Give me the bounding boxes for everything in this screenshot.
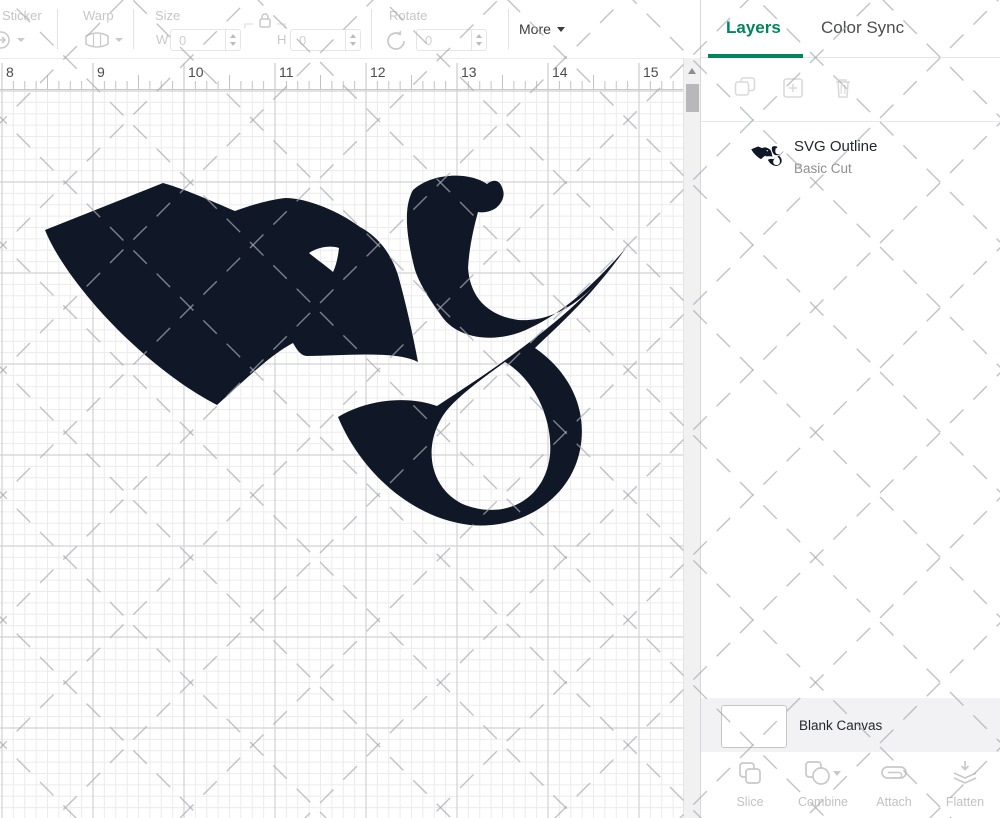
more-dropdown-chevron-icon [557, 27, 565, 32]
ruler-number: 8 [6, 64, 14, 80]
layer-actions-bar: Slice Combine Attach [701, 752, 1000, 818]
canvas-vertical-scrollbar[interactable] [683, 58, 700, 818]
scrollbar-thumb[interactable] [686, 84, 699, 112]
warp-icon[interactable] [84, 31, 110, 49]
more-label: More [519, 21, 551, 37]
toolbar-divider [371, 9, 372, 49]
layer-subtitle: Basic Cut [794, 161, 852, 176]
ruler-number: 11 [279, 64, 294, 80]
ruler-number: 9 [97, 64, 105, 80]
slice-button[interactable]: Slice [718, 760, 782, 809]
layer-title: SVG Outline [794, 138, 877, 155]
ruler-number: 12 [370, 64, 386, 80]
cricut-design-space-window: Sticker Warp Size W 0 H 0 Rotate [0, 0, 1000, 818]
scrollbar-up-button[interactable] [684, 62, 701, 80]
sticker-icon[interactable] [0, 29, 13, 51]
delete-layer-icon[interactable] [833, 76, 853, 100]
stepper-up-icon[interactable] [476, 34, 482, 38]
ruler-number: 10 [188, 64, 204, 80]
flatten-label: Flatten [933, 795, 997, 809]
layer-row-svg-outline[interactable]: SVG Outline Basic Cut [701, 128, 1000, 192]
scrollbar-up-icon [688, 68, 696, 74]
attach-button[interactable]: Attach [862, 760, 926, 809]
duplicate-layer-icon[interactable] [734, 76, 756, 100]
ruler-number: 14 [552, 64, 568, 80]
horizontal-ruler: 8 9 10 11 12 13 14 15 [0, 58, 683, 90]
rotate-section-label: Rotate [389, 8, 427, 23]
combine-label: Combine [791, 795, 855, 809]
flatten-icon [951, 760, 979, 786]
layer-tools [701, 76, 1000, 102]
tab-layers[interactable]: Layers [726, 18, 781, 38]
sticker-dropdown-chevron-icon[interactable] [17, 38, 25, 42]
edit-toolbar: Sticker Warp Size W 0 H 0 Rotate [0, 0, 700, 58]
stepper-down-icon[interactable] [230, 42, 236, 46]
size-section-label: Size [155, 8, 180, 23]
ruler-number: 15 [643, 64, 659, 80]
tab-color-sync[interactable]: Color Sync [821, 18, 904, 38]
warp-dropdown-chevron-icon[interactable] [115, 38, 123, 42]
blank-canvas-label: Blank Canvas [799, 718, 882, 733]
active-tab-underline [708, 54, 803, 58]
stepper-down-icon[interactable] [350, 42, 356, 46]
attach-icon [880, 760, 908, 786]
toolbar-divider [57, 9, 58, 49]
stepper-down-icon[interactable] [476, 42, 482, 46]
slice-label: Slice [718, 795, 782, 809]
rotate-stepper[interactable] [472, 29, 487, 51]
panel-divider [701, 121, 1000, 122]
combine-icon [804, 760, 842, 786]
panel-tab-bar: Layers Color Sync [701, 0, 1000, 58]
rotate-icon[interactable] [385, 29, 409, 53]
width-input[interactable]: 0 [170, 29, 226, 51]
height-input[interactable]: 0 [290, 29, 346, 51]
toolbar-divider [133, 9, 134, 49]
blank-canvas-thumbnail [721, 705, 787, 748]
warp-section-label: Warp [83, 8, 114, 23]
width-stepper[interactable] [226, 29, 241, 51]
more-menu-button[interactable]: More [519, 21, 565, 37]
toolbar-divider [508, 9, 509, 49]
lock-aspect-icon[interactable] [243, 11, 287, 31]
height-field-label: H [277, 32, 286, 47]
ruler-number: 13 [461, 64, 477, 80]
combine-button[interactable]: Combine [791, 760, 855, 809]
width-field-label: W [156, 32, 168, 47]
flatten-button[interactable]: Flatten [933, 760, 997, 809]
layer-thumbnail [751, 145, 785, 167]
attach-label: Attach [862, 795, 926, 809]
design-canvas[interactable] [0, 90, 683, 818]
rotate-input[interactable]: 0 [416, 29, 472, 51]
sticker-section-label: Sticker [2, 8, 42, 23]
slice-icon [737, 760, 763, 786]
elephant-s-logo[interactable] [40, 160, 640, 540]
stepper-up-icon[interactable] [350, 34, 356, 38]
layers-panel: Layers Color Sync SVG Outline [700, 0, 1000, 818]
add-layer-icon[interactable] [782, 76, 804, 100]
height-stepper[interactable] [346, 29, 361, 51]
stepper-up-icon[interactable] [230, 34, 236, 38]
blank-canvas-row[interactable]: Blank Canvas [701, 698, 1000, 752]
